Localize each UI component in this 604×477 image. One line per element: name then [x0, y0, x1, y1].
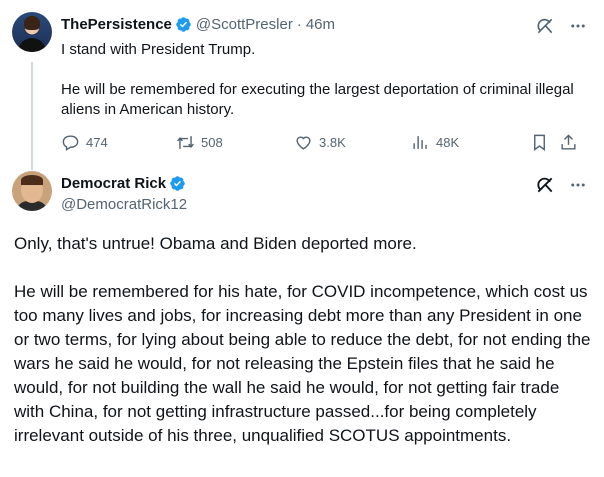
bookmark-button[interactable] [530, 131, 549, 153]
more-icon[interactable] [569, 175, 587, 195]
parent-tweet-header: ThePersistence @ScottPresler · 46m [61, 16, 335, 33]
like-icon [296, 136, 311, 150]
tweet-timestamp[interactable]: 46m [306, 16, 335, 33]
reply-tweet-top-actions [535, 175, 587, 195]
parent-tweet-top-actions [535, 16, 587, 36]
bookmark-icon [534, 134, 545, 151]
author-display-name[interactable]: Democrat Rick [61, 175, 166, 192]
reply-button[interactable]: 474 [61, 131, 108, 153]
tweet-paragraph: He will be remembered for his hate, for … [14, 282, 591, 445]
tweet-paragraph: I stand with President Trump. [61, 41, 256, 58]
verified-badge-icon [176, 17, 191, 32]
repost-count: 508 [201, 134, 223, 150]
thread-connector-line [31, 62, 33, 170]
verified-badge-icon [170, 176, 185, 191]
views-button[interactable]: 48K [411, 131, 459, 153]
share-icon [561, 133, 576, 150]
grok-icon[interactable] [535, 175, 555, 195]
reply-tweet-text: Only, that's untrue! Obama and Biden dep… [14, 232, 594, 472]
repost-icon [177, 135, 194, 149]
reply-tweet-header: Democrat Rick [61, 175, 186, 192]
grok-icon[interactable] [535, 16, 555, 36]
time-separator: · [296, 16, 302, 33]
author-handle[interactable]: @DemocratRick12 [61, 196, 187, 213]
author-handle[interactable]: @ScottPresler [196, 16, 293, 33]
views-icon [413, 135, 427, 149]
tweet-paragraph: Only, that's untrue! Obama and Biden dep… [14, 234, 417, 253]
like-count: 3.8K [319, 134, 346, 150]
more-icon[interactable] [569, 16, 587, 36]
parent-tweet-text: I stand with President Trump. He will be… [61, 40, 581, 140]
like-button[interactable]: 3.8K [294, 131, 346, 153]
repost-button[interactable]: 508 [176, 131, 223, 153]
reply-icon [62, 134, 79, 151]
avatar-democratrick[interactable] [12, 171, 52, 211]
author-display-name[interactable]: ThePersistence [61, 16, 172, 33]
views-count: 48K [436, 134, 460, 150]
reply-count: 474 [86, 134, 108, 150]
tweet-paragraph: He will be remembered for executing the … [61, 81, 574, 118]
avatar-thepersistence[interactable] [12, 12, 52, 52]
parent-tweet-action-bar: 474 508 3.8K 48K [61, 131, 581, 153]
share-button[interactable] [559, 131, 578, 153]
